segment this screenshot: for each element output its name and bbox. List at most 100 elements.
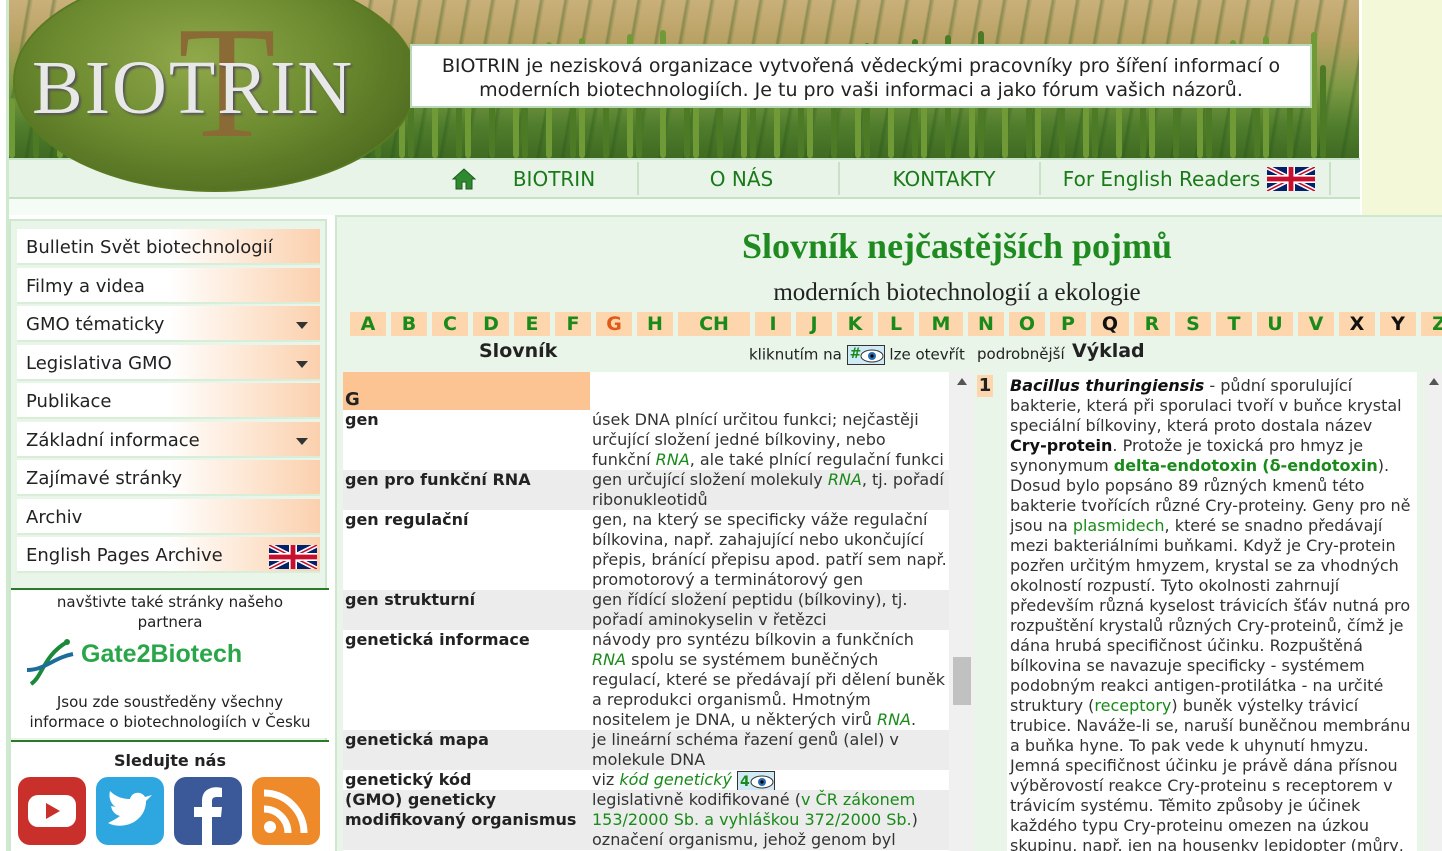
menu-english-archive[interactable]: English Pages Archive <box>17 537 320 573</box>
nav-o-nas[interactable]: O NÁS <box>674 160 809 197</box>
menu-legislativa[interactable]: Legislativa GMO <box>17 345 320 381</box>
table-row: genetický kód viz kód genetický 4 <box>343 770 949 791</box>
partner-box: navštivte také stránky našeho partnera G… <box>11 588 329 738</box>
menu-bulletin[interactable]: Bulletin Svět biotechnologií <box>17 229 320 265</box>
menu-publikace[interactable]: Publikace <box>17 383 320 419</box>
letter-i[interactable]: I <box>755 312 791 336</box>
letter-f[interactable]: F <box>555 312 591 336</box>
letter-e[interactable]: E <box>514 312 550 336</box>
table-row: gen regulační gen, na který se specificky… <box>343 510 949 590</box>
letter-o[interactable]: O <box>1009 312 1045 336</box>
letter-y[interactable]: Y <box>1380 312 1416 336</box>
logo-text: BIOTRIN <box>32 46 355 130</box>
term: genetický kód <box>345 770 472 789</box>
hint-more: podrobnější <box>977 345 1065 363</box>
corn-stalk <box>9 98 15 158</box>
term: genetická mapa <box>345 730 489 749</box>
scroll-up-icon[interactable] <box>1429 378 1439 385</box>
detail-link[interactable]: receptory <box>1094 696 1171 715</box>
letter-p[interactable]: P <box>1050 312 1086 336</box>
detail-badge-icon[interactable]: 4 <box>737 770 776 791</box>
letter-q[interactable]: Q <box>1091 312 1129 336</box>
twitter-icon[interactable] <box>94 775 166 847</box>
scroll-thumb[interactable] <box>953 657 971 705</box>
partner-intro: navštivte také stránky našeho partnera <box>56 593 284 631</box>
column-header-slovnik: Slovník <box>479 340 558 362</box>
menu-gmo-tematicky[interactable]: GMO tématicky <box>17 306 320 342</box>
detail-bold: Cry-protein <box>1010 436 1113 455</box>
definition-link[interactable]: kód genetický <box>619 770 732 789</box>
scroll-up-icon[interactable] <box>957 378 967 385</box>
glossary-scrollbar[interactable] <box>950 372 974 851</box>
detail-link[interactable]: delta-endotoxin <box>1114 456 1257 475</box>
term: gen pro funkční RNA <box>345 470 531 489</box>
letter-g[interactable]: G <box>596 312 632 336</box>
letter-k[interactable]: K <box>837 312 873 336</box>
dna-icon <box>26 639 74 686</box>
letter-u[interactable]: U <box>1257 312 1293 336</box>
nav-english-readers[interactable]: For English Readers <box>1059 160 1264 197</box>
letter-z[interactable]: Z <box>1421 312 1442 336</box>
menu-filmy[interactable]: Filmy a videa <box>17 268 320 304</box>
letter-l[interactable]: L <box>878 312 914 336</box>
detail-badge-icon: # <box>846 345 885 365</box>
rss-icon[interactable] <box>250 775 322 847</box>
badge-label: 4 <box>740 773 750 790</box>
letter-s[interactable]: S <box>1175 312 1211 336</box>
letter-ch[interactable]: CH <box>678 312 750 336</box>
home-icon[interactable] <box>452 168 476 190</box>
definition-link[interactable]: RNA <box>828 470 862 489</box>
definition: je lineární schéma řazení genů (alel) v … <box>592 730 899 769</box>
detail-scrollbar[interactable] <box>1425 372 1442 851</box>
letter-t[interactable]: T <box>1216 312 1252 336</box>
glossary-table[interactable]: G gen úsek DNA plnící určitou funkci; nej… <box>343 372 949 851</box>
social-box: Sledujte nás <box>11 740 329 851</box>
detail-link[interactable]: (δ-endotoxin <box>1262 456 1377 475</box>
right-strip <box>1362 0 1442 215</box>
youtube-icon[interactable] <box>16 775 88 847</box>
letter-m[interactable]: M <box>919 312 963 336</box>
letter-j[interactable]: J <box>796 312 832 336</box>
letter-b[interactable]: B <box>391 312 427 336</box>
uk-flag-icon[interactable] <box>1267 167 1315 191</box>
letter-r[interactable]: R <box>1134 312 1170 336</box>
page-title: Slovník nejčastějších pojmů <box>741 226 1173 266</box>
detail-panel[interactable]: Bacillus thuringiensis - půdní sporulují… <box>1007 372 1417 851</box>
definition: gen řídící složení peptidu (bílkoviny), … <box>592 590 908 629</box>
chevron-down-icon <box>296 322 308 329</box>
menu-zakladni-informace[interactable]: Základní informace <box>17 422 320 458</box>
letter-c[interactable]: C <box>432 312 468 336</box>
term: gen regulační <box>345 510 469 529</box>
letter-h[interactable]: H <box>637 312 673 336</box>
nav-spacer <box>9 199 1360 215</box>
letter-d[interactable]: D <box>473 312 509 336</box>
detail-link[interactable]: plasmidech <box>1073 516 1165 535</box>
menu-archiv[interactable]: Archiv <box>17 499 320 535</box>
letter-v[interactable]: V <box>1298 312 1334 336</box>
hint-post: lze otevřít <box>889 345 965 364</box>
nav-separator <box>1039 162 1041 195</box>
letter-a[interactable]: A <box>350 312 386 336</box>
definition-link[interactable]: RNA <box>592 650 626 669</box>
menu-label: Základní informace <box>26 430 200 451</box>
definition-link[interactable]: v ČR zákonem 153/2000 Sb. a vyhláškou 37… <box>592 790 915 829</box>
menu-label: Publikace <box>26 391 112 412</box>
corn-stalk <box>1320 65 1326 158</box>
menu-zajimave-stranky[interactable]: Zajímavé stránky <box>17 460 320 496</box>
table-row: (GMO) geneticky modifikovaný organismus l… <box>343 790 949 850</box>
gate2biotech-logo[interactable]: Gate2Biotech <box>11 632 329 692</box>
menu-label: GMO tématicky <box>26 314 165 335</box>
definition-link[interactable]: RNA <box>656 450 690 469</box>
nav-biotrin[interactable]: BIOTRIN <box>494 160 614 197</box>
menu-label: Legislativa GMO <box>26 353 172 374</box>
partner-logo-text: Gate2Biotech <box>81 640 243 668</box>
uk-flag-icon <box>269 545 317 569</box>
definition-link[interactable]: RNA <box>877 710 911 729</box>
term: genetická informace <box>345 630 530 649</box>
facebook-icon[interactable] <box>172 775 244 847</box>
nav-separator <box>838 162 840 195</box>
letter-x[interactable]: X <box>1339 312 1375 336</box>
nav-kontakty[interactable]: KONTAKTY <box>869 160 1019 197</box>
eye-icon <box>750 775 774 788</box>
letter-n[interactable]: N <box>968 312 1004 336</box>
